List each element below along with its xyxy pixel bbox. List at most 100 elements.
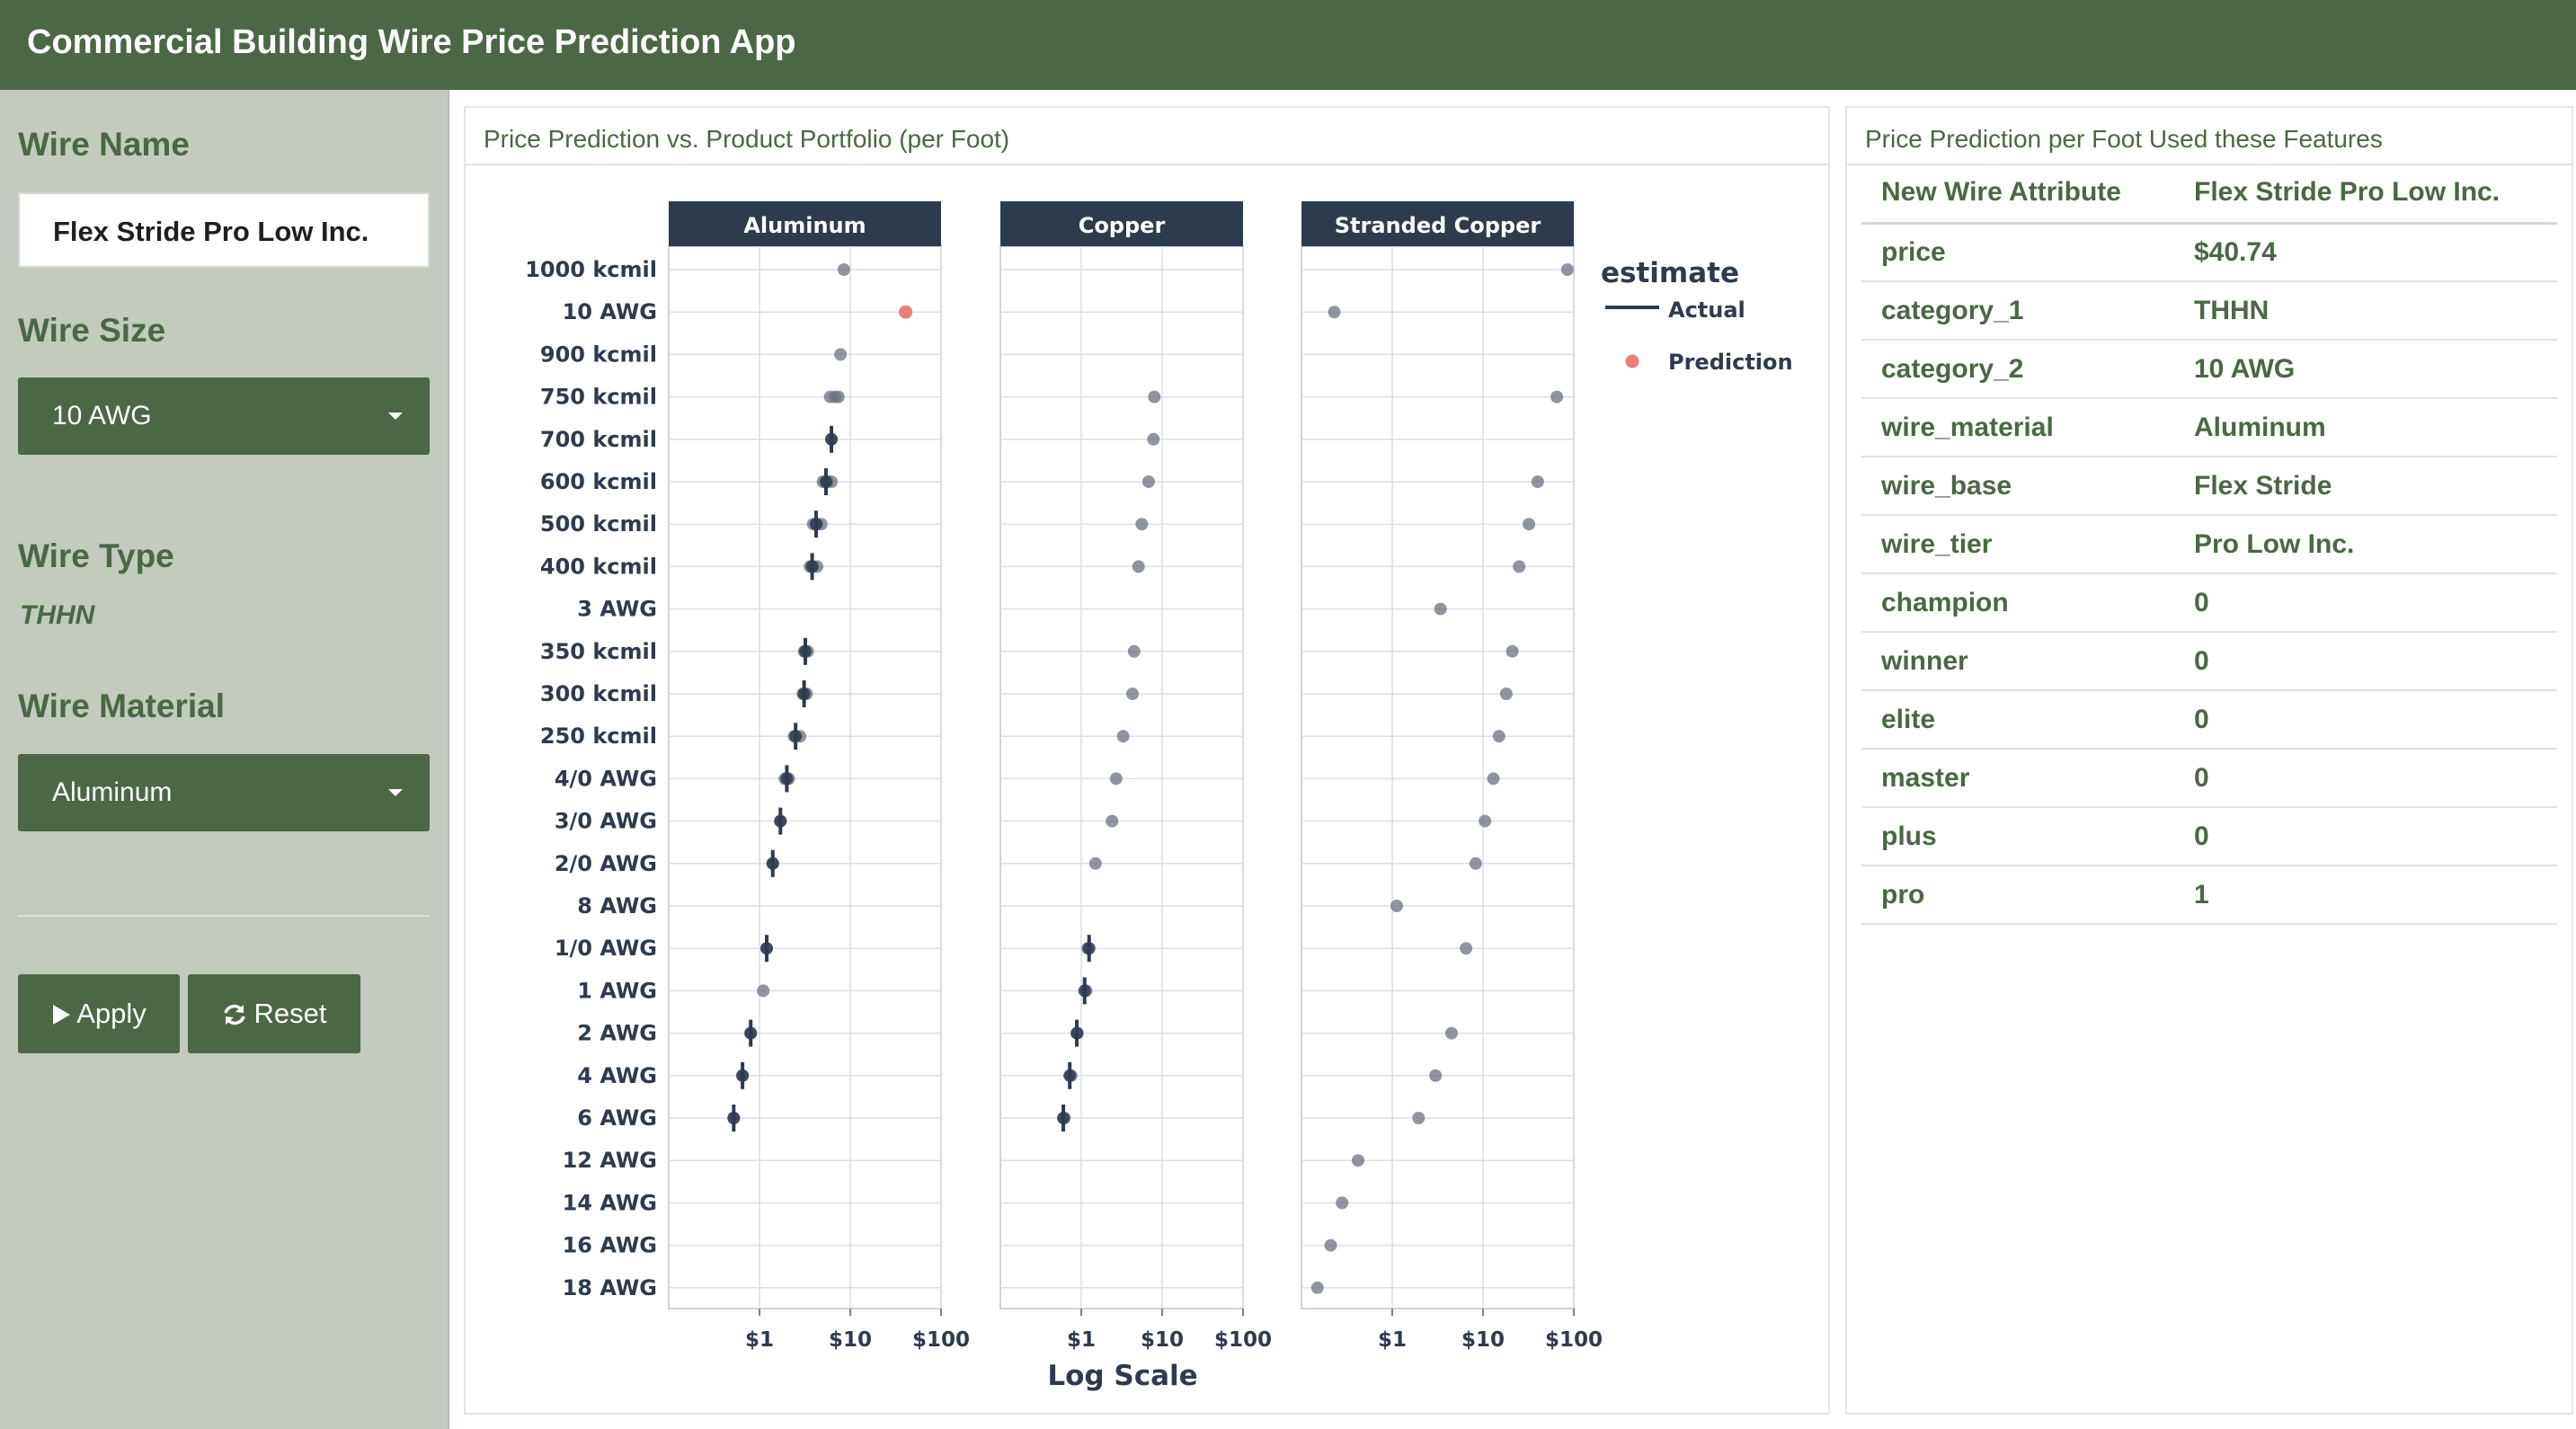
wire-size-select[interactable]: 10 AWG — [18, 377, 430, 455]
table-row: price $40.74 — [1861, 223, 2557, 282]
table-row: master 0 — [1861, 749, 2557, 808]
facet-label: Aluminum — [743, 213, 866, 238]
actual-point — [799, 644, 813, 658]
actual-point — [774, 814, 787, 828]
table-row: elite 0 — [1861, 690, 2557, 750]
actual-point — [1057, 1112, 1070, 1124]
x-tick-label: $1 — [745, 1328, 774, 1352]
data-point — [837, 263, 850, 276]
y-tick-label: 1/0 AWG — [555, 936, 657, 961]
features-table-header: New Wire Attribute Flex Stride Pro Low I… — [1861, 164, 2557, 225]
sidebar: Wire Name Flex Stride Pro Low Inc. Wire … — [0, 90, 449, 1429]
feature-value: 1 — [2174, 865, 2557, 925]
price-chart: Aluminum $1 $10 $100 Copper $1 $10 $100 Stranded… — [525, 201, 1793, 1392]
x-tick-label: $10 — [1461, 1328, 1505, 1352]
y-tick-label: 6 AWG — [577, 1105, 657, 1131]
actual-point — [766, 857, 779, 870]
facet-label: Copper — [1079, 213, 1166, 238]
actual-point — [819, 475, 832, 488]
table-row: wire_base Flex Stride — [1861, 457, 2557, 516]
features-card-title: Price Prediction per Foot Used these Fea… — [1847, 108, 2572, 165]
wire-size-value: 10 AWG — [52, 401, 152, 430]
feature-value: THHN — [2174, 281, 2557, 341]
y-tick-label: 4 AWG — [577, 1063, 657, 1088]
data-point — [1513, 560, 1526, 573]
wire-name-label: Wire Name — [18, 126, 190, 163]
feature-attribute: wire_material — [1861, 398, 2174, 457]
plot-card-title: Price Prediction vs. Product Portfolio (… — [466, 108, 1828, 165]
feature-attribute: elite — [1861, 690, 2174, 750]
data-point — [1479, 814, 1492, 828]
refresh-icon — [223, 1004, 245, 1025]
data-point — [1506, 644, 1519, 658]
panel-frame — [668, 245, 942, 1309]
reset-button[interactable]: Reset — [188, 974, 360, 1053]
data-point — [1460, 942, 1473, 955]
feature-attribute: category_1 — [1861, 281, 2174, 341]
panel-frame — [1301, 245, 1575, 1309]
data-point — [1487, 772, 1500, 786]
y-tick-label: 14 AWG — [563, 1190, 657, 1215]
apply-button[interactable]: Apply — [18, 974, 180, 1053]
data-point — [1560, 263, 1574, 276]
data-point — [1429, 1069, 1443, 1082]
actual-point — [825, 432, 839, 446]
caret-down-icon — [388, 789, 403, 796]
actual-point — [1063, 1069, 1077, 1082]
y-tick-label: 1 AWG — [577, 978, 657, 1003]
table-row: plus 0 — [1861, 807, 2557, 866]
x-tick-label: $100 — [912, 1328, 970, 1352]
wire-name-input[interactable]: Flex Stride Pro Low Inc. — [18, 192, 430, 268]
wire-type-label: Wire Type — [18, 537, 174, 574]
y-tick-label: 10 AWG — [563, 299, 657, 324]
wire-type-value: THHN — [20, 600, 95, 630]
y-tick-label: 700 kcmil — [540, 427, 657, 452]
actual-point — [780, 772, 794, 786]
legend-prediction-swatch — [1625, 354, 1639, 368]
data-point — [1523, 518, 1536, 531]
actual-point — [805, 560, 819, 573]
y-tick-label: 3 AWG — [577, 597, 657, 622]
table-row: wire_material Aluminum — [1861, 398, 2557, 457]
data-point — [1531, 475, 1544, 488]
data-point — [1135, 518, 1149, 531]
feature-value: 10 AWG — [2174, 340, 2557, 399]
feature-value: 0 — [2174, 632, 2557, 691]
data-point — [1109, 772, 1123, 786]
data-point — [1434, 602, 1447, 616]
caret-down-icon — [388, 413, 403, 420]
data-point — [1127, 644, 1141, 658]
actual-point — [797, 688, 811, 700]
feature-attribute: price — [1861, 223, 2174, 282]
data-point — [1324, 1238, 1337, 1252]
legend-actual-label: Actual — [1668, 297, 1745, 323]
table-row: winner 0 — [1861, 632, 2557, 691]
table-row: champion 0 — [1861, 573, 2557, 633]
data-point — [1469, 857, 1482, 870]
y-tick-label: 3/0 AWG — [555, 809, 657, 834]
y-tick-label: 18 AWG — [563, 1275, 657, 1300]
table-row: wire_tier Pro Low Inc. — [1861, 515, 2557, 574]
feature-value: Flex Stride — [2174, 457, 2557, 516]
actual-point — [759, 942, 773, 955]
y-tick-label: 900 kcmil — [540, 342, 657, 367]
data-point — [1088, 857, 1102, 870]
data-point — [1132, 560, 1145, 573]
data-point — [1310, 1281, 1324, 1294]
header-attribute: New Wire Attribute — [1861, 164, 2174, 225]
header-value: Flex Stride Pro Low Inc. — [2174, 164, 2557, 225]
data-point — [1148, 390, 1161, 404]
y-tick-label: 300 kcmil — [540, 681, 657, 706]
feature-attribute: plus — [1861, 807, 2174, 866]
feature-value: 0 — [2174, 690, 2557, 750]
y-tick-label: 350 kcmil — [540, 639, 657, 664]
sidebar-divider — [18, 915, 430, 917]
feature-attribute: master — [1861, 749, 2174, 808]
data-point — [834, 348, 848, 361]
feature-value: 0 — [2174, 573, 2557, 633]
apply-button-label: Apply — [76, 998, 147, 1029]
data-point — [831, 390, 845, 404]
data-point — [1116, 730, 1130, 743]
reset-button-label: Reset — [253, 998, 327, 1029]
wire-material-select[interactable]: Aluminum — [18, 754, 430, 831]
